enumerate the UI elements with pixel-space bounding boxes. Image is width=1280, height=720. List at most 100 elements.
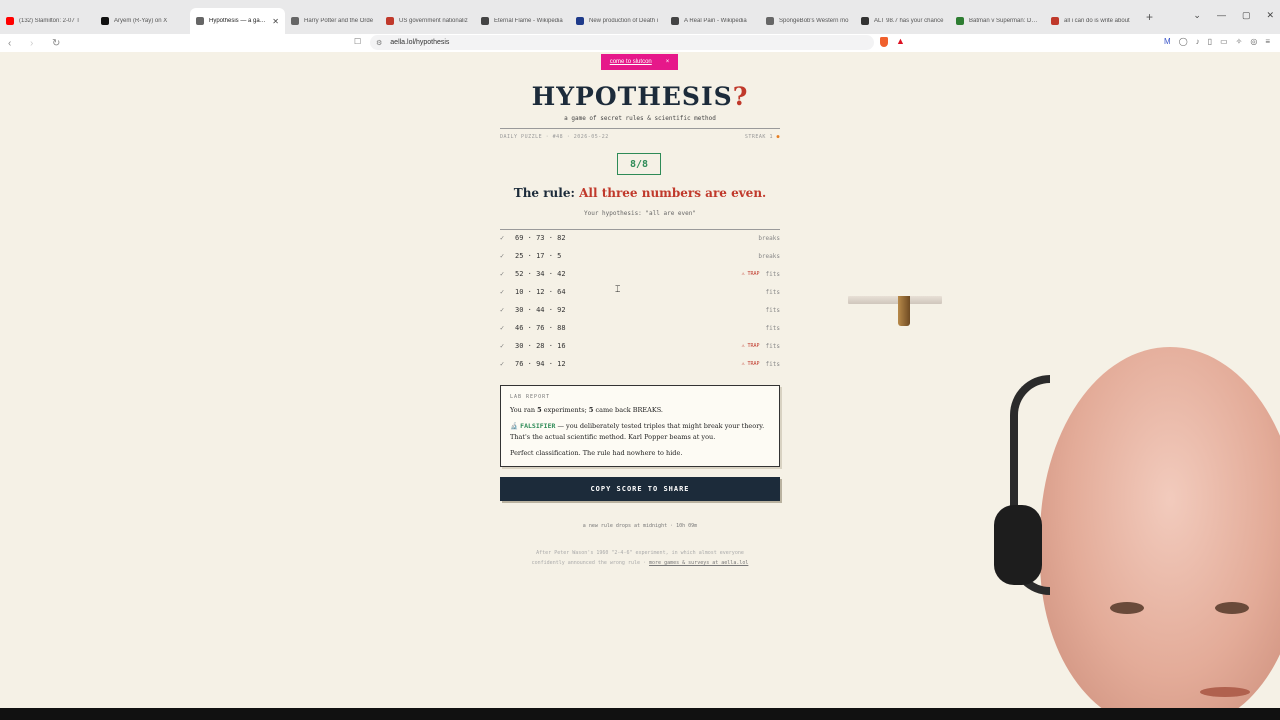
next-rule-countdown: a new rule drops at midnight · 10h 09m bbox=[582, 523, 698, 529]
experiment-verdict: fits bbox=[765, 360, 780, 368]
puzzle-meta: DAILY PUZZLE · #48 · 2026-05-22 bbox=[500, 134, 609, 140]
experiment-verdict: fits bbox=[765, 342, 780, 350]
streamer-head bbox=[1040, 347, 1280, 708]
experiment-verdict: fits bbox=[765, 324, 780, 332]
back-button[interactable]: ‹ bbox=[8, 38, 22, 49]
mouse-cursor-icon: ⌶ bbox=[615, 284, 621, 294]
globe-icon bbox=[196, 17, 204, 25]
browser-tab[interactable]: New production of Death i bbox=[570, 8, 665, 34]
slutcon-banner[interactable]: come to slutcon × bbox=[601, 54, 678, 70]
floating-object bbox=[848, 296, 942, 304]
webcam-overlay bbox=[990, 335, 1280, 708]
browser-tab[interactable]: US government nationaliz bbox=[380, 8, 475, 34]
banner-close-icon[interactable]: × bbox=[666, 59, 670, 65]
tab-title: Batman v Superman: Dawn bbox=[969, 18, 1039, 24]
news-icon bbox=[766, 17, 774, 25]
browser-tab[interactable]: (132) Slamilton: 2-07 T bbox=[0, 8, 95, 34]
experiment-row: ✓ 30 · 28 · 16 ⚠ TRAP fits bbox=[500, 337, 780, 355]
summary-pre: You ran bbox=[510, 406, 538, 414]
close-window-button[interactable]: ✕ bbox=[1266, 10, 1274, 21]
fire-icon: ● bbox=[776, 134, 780, 140]
check-icon: ✓ bbox=[500, 360, 505, 368]
tab-title: Aryem (R-Yay) on X bbox=[114, 18, 168, 24]
browser-tab[interactable]: A Real Pain - Wikipedia bbox=[665, 8, 760, 34]
eye bbox=[1110, 602, 1144, 614]
mouth bbox=[1200, 687, 1250, 697]
chat-icon[interactable]: ◯ bbox=[1179, 37, 1188, 46]
experiment-verdict: fits bbox=[765, 288, 780, 296]
bookmark-icon[interactable]: ☐ bbox=[354, 37, 361, 46]
menu-icon[interactable]: ≡ bbox=[1265, 37, 1270, 46]
tab-search-icon[interactable]: ⌄ bbox=[1193, 10, 1201, 21]
experiment-row: ✓ 76 · 94 · 12 ⚠ TRAP fits bbox=[500, 355, 780, 373]
rule-prefix: The rule: bbox=[513, 186, 575, 200]
url-field[interactable]: ⚙ aella.lol/hypothesis bbox=[370, 35, 874, 50]
address-bar: ‹ › ↻ ☐ ⚙ aella.lol/hypothesis ▲ M ◯ ♪ ▯… bbox=[0, 34, 1280, 52]
extensions-area: M ◯ ♪ ▯ ▭ ✧ ◎ ≡ bbox=[1164, 37, 1270, 46]
browser-tab[interactable]: Batman v Superman: Dawn bbox=[950, 8, 1045, 34]
browser-tab[interactable]: Aryem (R-Yay) on X bbox=[95, 8, 190, 34]
music-icon[interactable]: ♪ bbox=[1196, 37, 1200, 46]
tab-title: SpongeBob's Western mo bbox=[779, 18, 849, 24]
tab-title: US government nationaliz bbox=[399, 18, 468, 24]
radio-icon bbox=[861, 17, 869, 25]
leo-icon[interactable]: ✧ bbox=[1236, 37, 1243, 46]
summary-post: came back BREAKS. bbox=[593, 406, 663, 414]
experiment-row: ✓ 46 · 76 · 88 fits bbox=[500, 319, 780, 337]
wallet-icon[interactable]: ▭ bbox=[1220, 37, 1228, 46]
sidebar-icon[interactable]: ▯ bbox=[1208, 37, 1212, 46]
lab-report: LAB REPORT You ran 5 experiments; 5 came… bbox=[500, 385, 780, 467]
maximize-button[interactable]: ▢ bbox=[1242, 10, 1251, 21]
news-icon bbox=[576, 17, 584, 25]
footer-text: confidently announced the wrong rule · bbox=[531, 560, 650, 566]
trap-badge: ⚠ TRAP bbox=[741, 361, 760, 367]
vpn-icon[interactable]: ◎ bbox=[1250, 37, 1257, 46]
taskbar bbox=[0, 708, 1280, 720]
lab-report-badge-line: 🔬 FALSIFIER — you deliberately tested tr… bbox=[510, 421, 770, 443]
experiment-triple: 76 · 94 · 12 bbox=[515, 360, 566, 368]
streak-label: STREAK 1 bbox=[744, 134, 773, 140]
extension-icon[interactable]: M bbox=[1164, 37, 1171, 46]
footer-link[interactable]: more games & surveys at aella.lol bbox=[649, 560, 748, 566]
user-hypothesis: Your hypothesis: "all are even" bbox=[584, 210, 696, 217]
tab-title: Hypothesis — a game bbox=[209, 18, 268, 24]
close-tab-icon[interactable]: ✕ bbox=[272, 17, 279, 26]
experiment-triple: 69 · 73 · 82 bbox=[515, 234, 566, 242]
browser-tab[interactable]: Harry Potter and the Orde bbox=[285, 8, 380, 34]
reload-icon[interactable]: ↻ bbox=[52, 38, 66, 49]
browser-tab[interactable]: all i can do is write about bbox=[1045, 8, 1140, 34]
youtube-icon bbox=[6, 17, 14, 25]
wikipedia-icon bbox=[671, 17, 679, 25]
experiment-verdict: breaks bbox=[758, 234, 780, 242]
divider bbox=[500, 128, 780, 129]
experiment-row: ✓ 25 · 17 · 5 breaks bbox=[500, 247, 780, 265]
browser-tab[interactable]: Eternal Flame - Wikipedia bbox=[475, 8, 570, 34]
news-icon bbox=[386, 17, 394, 25]
floating-object-handle bbox=[898, 296, 910, 326]
experiment-row: ✓ 52 · 34 · 42 ⚠ TRAP fits bbox=[500, 265, 780, 283]
lab-report-conclusion: Perfect classification. The rule had now… bbox=[510, 449, 683, 457]
banner-link[interactable]: come to slutcon bbox=[610, 59, 652, 65]
tab-title: Eternal Flame - Wikipedia bbox=[494, 18, 563, 24]
window-controls: ⌄ — ▢ ✕ bbox=[1193, 10, 1274, 21]
browser-tab[interactable]: ALT 98.7 has your chance bbox=[855, 8, 950, 34]
browser-tab[interactable]: SpongeBob's Western mo bbox=[760, 8, 855, 34]
tab-strip: (132) Slamilton: 2-07 T Aryem (R-Yay) on … bbox=[0, 0, 1140, 34]
shield-icon bbox=[1051, 17, 1059, 25]
check-icon: ✓ bbox=[500, 324, 505, 332]
experiment-triple: 10 · 12 · 64 bbox=[515, 288, 566, 296]
lab-report-heading: LAB REPORT bbox=[510, 394, 551, 400]
new-tab-button[interactable]: + bbox=[1146, 10, 1153, 24]
experiment-verdict: breaks bbox=[758, 252, 780, 260]
experiment-list: ✓ 69 · 73 · 82 breaks ✓ 25 · 17 · 5 breaks ✓ 52… bbox=[500, 229, 780, 373]
forward-button[interactable]: › bbox=[30, 38, 44, 49]
brave-shield-icon[interactable] bbox=[880, 37, 888, 47]
check-icon: ✓ bbox=[500, 270, 505, 278]
rewards-icon[interactable]: ▲ bbox=[896, 36, 905, 46]
minimize-button[interactable]: — bbox=[1217, 10, 1226, 21]
copy-score-button[interactable]: COPY SCORE TO SHARE bbox=[500, 477, 780, 501]
footer-line-2: confidently announced the wrong rule · m… bbox=[500, 558, 780, 568]
site-info-icon[interactable]: ⚙ bbox=[376, 39, 382, 47]
browser-tab[interactable]: Hypothesis — a game ✕ bbox=[190, 8, 285, 34]
experiment-row: ✓ 69 · 73 · 82 breaks bbox=[500, 229, 780, 247]
